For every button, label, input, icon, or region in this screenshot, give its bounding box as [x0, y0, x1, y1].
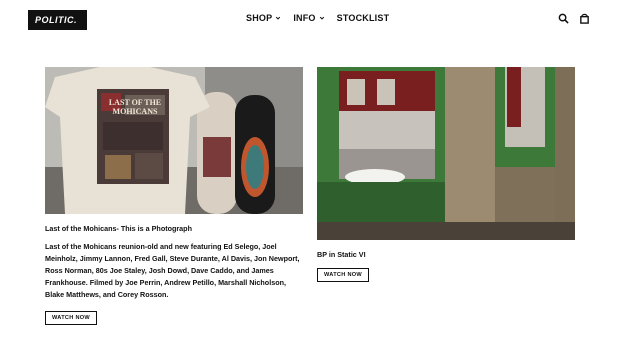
nav-item-stocklist[interactable]: STOCKLIST [337, 13, 390, 23]
card-title[interactable]: BP in Static VI [317, 250, 575, 260]
nav-item-info[interactable]: INFO [293, 13, 324, 23]
chevron-down-icon [319, 16, 324, 20]
card-title[interactable]: Last of the Mohicans- This is a Photogra… [45, 224, 303, 234]
nav-item-shop[interactable]: SHOP [246, 13, 281, 23]
card-image-window[interactable] [317, 67, 575, 240]
video-card: BP in Static VI WATCH NOW [317, 67, 575, 282]
watch-now-button[interactable]: WATCH NOW [45, 311, 98, 325]
nav-label-shop: SHOP [246, 13, 273, 23]
video-card: LAST OF THE MOHICANS Last of the Mohican… [45, 67, 303, 325]
card-description: Last of the Mohicans reunion-old and new… [45, 242, 300, 299]
card-image-tshirt[interactable]: LAST OF THE MOHICANS [45, 67, 303, 214]
site-logo[interactable]: POLITIC. [28, 10, 87, 30]
nav-label-stocklist: STOCKLIST [336, 13, 390, 23]
watch-now-button[interactable]: WATCH NOW [317, 268, 370, 282]
window-view-photo [317, 67, 575, 240]
chevron-down-icon [276, 16, 281, 20]
tshirt-skateboards-photo [45, 67, 303, 214]
main-nav: SHOP INFO STOCKLIST [246, 13, 389, 23]
cart-icon[interactable] [579, 13, 590, 24]
search-icon[interactable] [558, 13, 569, 24]
nav-label-info: INFO [293, 13, 316, 23]
shirt-graphic-text: LAST OF THE MOHICANS [108, 98, 162, 116]
site-header: POLITIC. SHOP INFO STOCKLIST [0, 0, 620, 40]
header-icons [558, 13, 590, 24]
